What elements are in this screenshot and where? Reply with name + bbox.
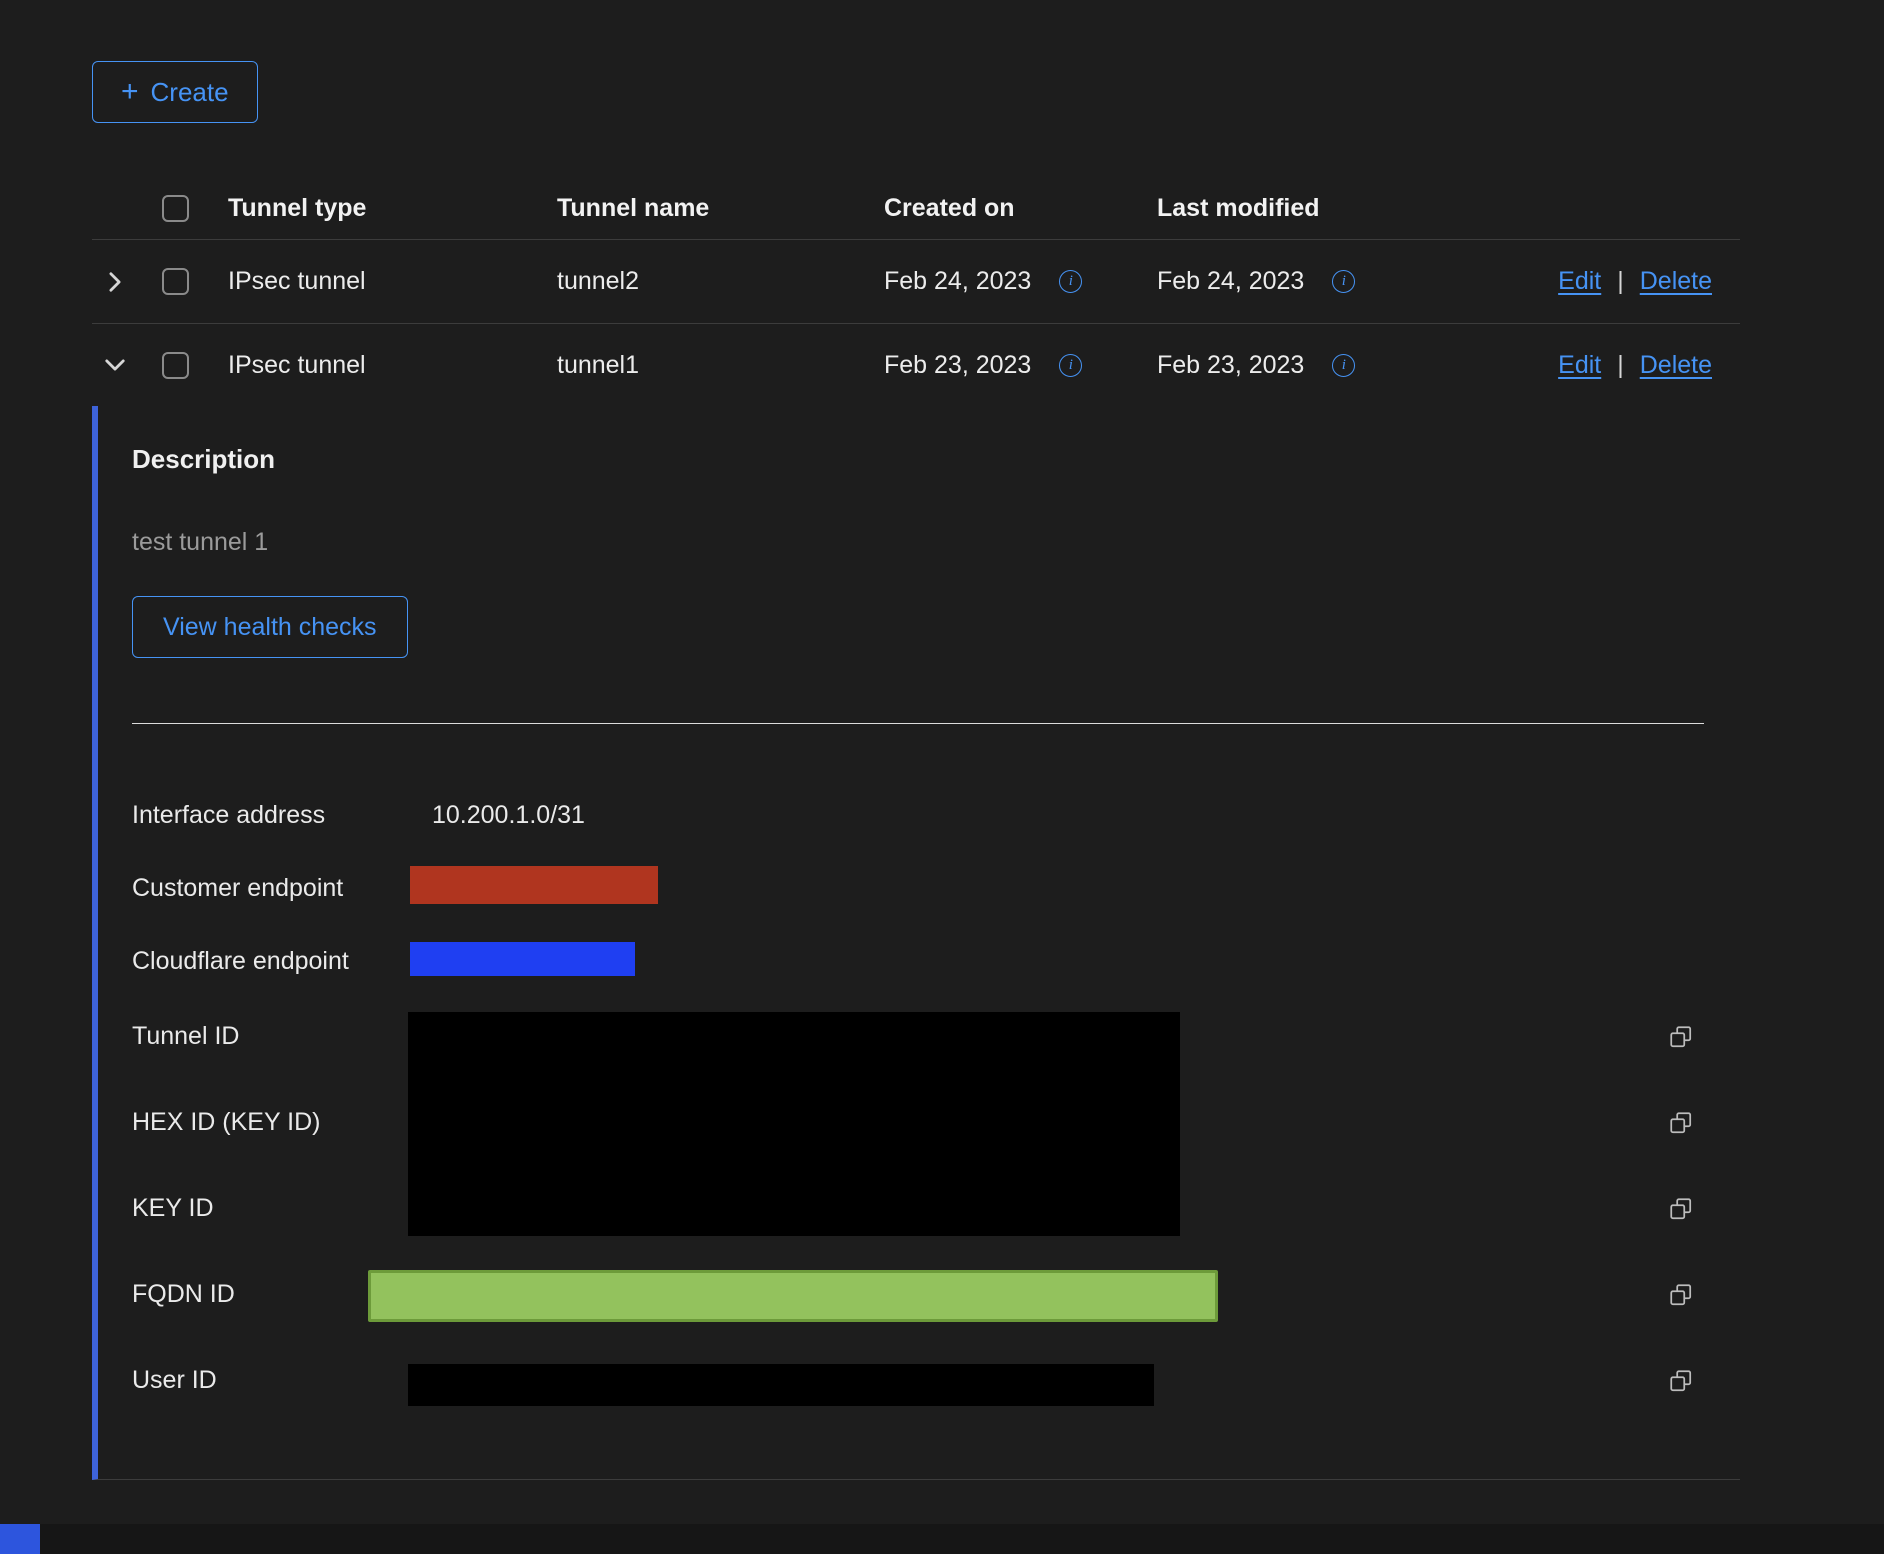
tunnel-row: IPsec tunnel tunnel1 Feb 23, 2023 i Feb … <box>92 324 1740 406</box>
edit-link[interactable]: Edit <box>1558 351 1601 380</box>
tunnel-details-panel: Description test tunnel 1 View health ch… <box>92 406 1740 1480</box>
tunnel-name-value: tunnel2 <box>557 267 884 296</box>
plus-icon: + <box>121 77 139 107</box>
select-all-checkbox[interactable] <box>162 195 189 222</box>
details-divider <box>132 723 1704 724</box>
chevron-down-icon[interactable] <box>104 354 126 376</box>
row-checkbox[interactable] <box>162 268 189 295</box>
tunnel-name-value: tunnel1 <box>557 351 884 380</box>
copy-icon-key-id[interactable] <box>1668 1196 1694 1222</box>
copy-icon-tunnel-id[interactable] <box>1668 1024 1694 1050</box>
cloudflare-endpoint-redacted-value <box>410 942 635 976</box>
delete-link[interactable]: Delete <box>1640 351 1712 380</box>
tunnel-row: IPsec tunnel tunnel2 Feb 24, 2023 i Feb … <box>92 240 1740 324</box>
interface-address-value: 10.200.1.0/31 <box>432 800 585 830</box>
description-value: test tunnel 1 <box>132 528 268 557</box>
column-header-created-on: Created on <box>884 194 1157 223</box>
tunnel-id-redacted-value <box>408 1012 1180 1236</box>
created-on-value: Feb 24, 2023 <box>884 267 1031 296</box>
info-icon[interactable]: i <box>1332 270 1355 293</box>
fqdn-id-redacted-value <box>368 1270 1218 1322</box>
key-id-label: KEY ID <box>132 1193 214 1223</box>
last-modified-value: Feb 24, 2023 <box>1157 267 1304 296</box>
create-button-label: Create <box>151 77 229 108</box>
chevron-right-icon[interactable] <box>104 271 126 293</box>
bottom-left-blue-square <box>0 1524 40 1554</box>
tunnels-page: + Create Tunnel type Tunnel name Created… <box>0 0 1884 1554</box>
tunnel-id-label: Tunnel ID <box>132 1021 239 1051</box>
cloudflare-endpoint-label: Cloudflare endpoint <box>132 946 349 976</box>
customer-endpoint-redacted-value <box>410 866 658 904</box>
table-header-row: Tunnel type Tunnel name Created on Last … <box>92 178 1740 240</box>
tunnel-type-value: IPsec tunnel <box>228 267 557 296</box>
column-header-last-modified: Last modified <box>1157 194 1712 223</box>
actions-separator: | <box>1617 351 1624 380</box>
header-checkbox-cell <box>148 195 228 222</box>
customer-endpoint-label: Customer endpoint <box>132 873 343 903</box>
description-label: Description <box>132 444 275 475</box>
last-modified-value: Feb 23, 2023 <box>1157 351 1304 380</box>
interface-address-label: Interface address <box>132 800 325 830</box>
actions-separator: | <box>1617 267 1624 296</box>
info-icon[interactable]: i <box>1059 270 1082 293</box>
edit-link[interactable]: Edit <box>1558 267 1601 296</box>
tunnel-type-value: IPsec tunnel <box>228 351 557 380</box>
view-health-checks-button[interactable]: View health checks <box>132 596 408 658</box>
info-icon[interactable]: i <box>1332 354 1355 377</box>
info-icon[interactable]: i <box>1059 354 1082 377</box>
bottom-strip <box>0 1524 1884 1554</box>
copy-icon-hex-id[interactable] <box>1668 1110 1694 1136</box>
copy-icon-fqdn-id[interactable] <box>1668 1282 1694 1308</box>
created-on-value: Feb 23, 2023 <box>884 351 1031 380</box>
hex-id-label: HEX ID (KEY ID) <box>132 1107 320 1137</box>
column-header-tunnel-name: Tunnel name <box>557 194 884 223</box>
copy-icon-user-id[interactable] <box>1668 1368 1694 1394</box>
user-id-redacted-value <box>408 1364 1154 1406</box>
user-id-label: User ID <box>132 1365 217 1395</box>
tunnels-table: Tunnel type Tunnel name Created on Last … <box>92 178 1740 406</box>
delete-link[interactable]: Delete <box>1640 267 1712 296</box>
column-header-tunnel-type: Tunnel type <box>228 194 557 223</box>
create-button[interactable]: + Create <box>92 61 258 123</box>
fqdn-id-label: FQDN ID <box>132 1279 235 1309</box>
row-checkbox[interactable] <box>162 352 189 379</box>
